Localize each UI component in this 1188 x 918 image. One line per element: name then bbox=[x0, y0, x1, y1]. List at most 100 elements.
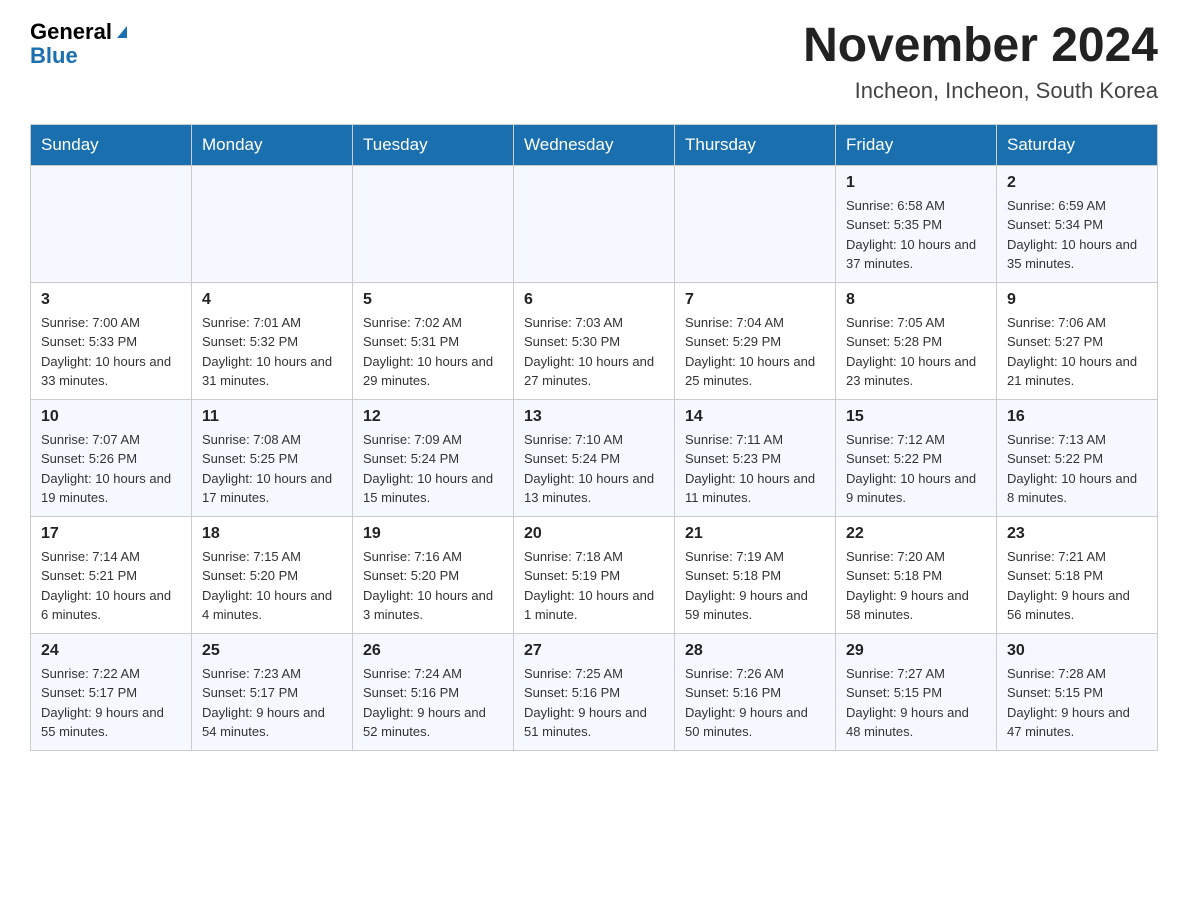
logo-general-text: General bbox=[30, 20, 112, 44]
day-number: 11 bbox=[202, 408, 342, 426]
day-number: 9 bbox=[1007, 291, 1147, 309]
page-subtitle: Incheon, Incheon, South Korea bbox=[803, 78, 1158, 104]
calendar-cell: 19 Sunrise: 7:16 AM Sunset: 5:20 PM Dayli… bbox=[353, 516, 514, 633]
day-info: Sunrise: 6:58 AM Sunset: 5:35 PM Dayligh… bbox=[846, 196, 986, 274]
calendar-cell: 27Sunrise: 7:25 AM Sunset: 5:16 PM Dayli… bbox=[514, 633, 675, 750]
calendar-week-row: 10Sunrise: 7:07 AM Sunset: 5:26 PM Dayli… bbox=[31, 399, 1158, 516]
calendar-cell bbox=[514, 165, 675, 282]
day-of-week-thursday: Thursday bbox=[675, 124, 836, 165]
day-info: Sunrise: 7:00 AM Sunset: 5:33 PM Dayligh… bbox=[41, 313, 181, 391]
day-number: 12 bbox=[363, 408, 503, 426]
day-number: 13 bbox=[524, 408, 664, 426]
day-of-week-tuesday: Tuesday bbox=[353, 124, 514, 165]
calendar-cell bbox=[353, 165, 514, 282]
day-info: Sunrise: 7:02 AM Sunset: 5:31 PM Dayligh… bbox=[363, 313, 503, 391]
calendar-cell: 4Sunrise: 7:01 AM Sunset: 5:32 PM Daylig… bbox=[192, 282, 353, 399]
day-info: Sunrise: 7:10 AM Sunset: 5:24 PM Dayligh… bbox=[524, 430, 664, 508]
day-number: 6 bbox=[524, 291, 664, 309]
day-of-week-sunday: Sunday bbox=[31, 124, 192, 165]
calendar-cell: 2 Sunrise: 6:59 AM Sunset: 5:34 PM Daylig… bbox=[997, 165, 1158, 282]
calendar-cell: 18 Sunrise: 7:15 AM Sunset: 5:20 PM Dayli… bbox=[192, 516, 353, 633]
calendar-cell: 13 Sunrise: 7:10 AM Sunset: 5:24 PM Dayli… bbox=[514, 399, 675, 516]
day-number: 7 bbox=[685, 291, 825, 309]
day-info: Sunrise: 7:11 AM Sunset: 5:23 PM Dayligh… bbox=[685, 430, 825, 508]
day-info: Sunrise: 7:23 AM Sunset: 5:17 PM Dayligh… bbox=[202, 664, 342, 742]
day-of-week-saturday: Saturday bbox=[997, 124, 1158, 165]
calendar-cell: 22 Sunrise: 7:20 AM Sunset: 5:18 PM Dayli… bbox=[836, 516, 997, 633]
day-info: Sunrise: 6:59 AM Sunset: 5:34 PM Dayligh… bbox=[1007, 196, 1147, 274]
calendar-cell: 5 Sunrise: 7:02 AM Sunset: 5:31 PM Daylig… bbox=[353, 282, 514, 399]
day-of-week-friday: Friday bbox=[836, 124, 997, 165]
day-info: Sunrise: 7:03 AM Sunset: 5:30 PM Dayligh… bbox=[524, 313, 664, 391]
day-number: 28 bbox=[685, 642, 825, 660]
calendar-cell: 14 Sunrise: 7:11 AM Sunset: 5:23 PM Dayli… bbox=[675, 399, 836, 516]
calendar-cell: 24 Sunrise: 7:22 AM Sunset: 5:17 PM Dayli… bbox=[31, 633, 192, 750]
day-info: Sunrise: 7:25 AM Sunset: 5:16 PM Dayligh… bbox=[524, 664, 664, 742]
day-number: 19 bbox=[363, 525, 503, 543]
page-header: General Blue November 2024 Incheon, Inch… bbox=[30, 20, 1158, 104]
calendar-cell: 16Sunrise: 7:13 AM Sunset: 5:22 PM Dayli… bbox=[997, 399, 1158, 516]
day-info: Sunrise: 7:15 AM Sunset: 5:20 PM Dayligh… bbox=[202, 547, 342, 625]
day-number: 14 bbox=[685, 408, 825, 426]
day-info: Sunrise: 7:07 AM Sunset: 5:26 PM Dayligh… bbox=[41, 430, 181, 508]
logo-blue-text: Blue bbox=[30, 44, 127, 68]
calendar-week-row: 17 Sunrise: 7:14 AM Sunset: 5:21 PM Dayli… bbox=[31, 516, 1158, 633]
day-info: Sunrise: 7:12 AM Sunset: 5:22 PM Dayligh… bbox=[846, 430, 986, 508]
day-info: Sunrise: 7:27 AM Sunset: 5:15 PM Dayligh… bbox=[846, 664, 986, 742]
day-number: 21 bbox=[685, 525, 825, 543]
calendar-cell: 10Sunrise: 7:07 AM Sunset: 5:26 PM Dayli… bbox=[31, 399, 192, 516]
calendar-week-row: 3Sunrise: 7:00 AM Sunset: 5:33 PM Daylig… bbox=[31, 282, 1158, 399]
calendar-cell: 6 Sunrise: 7:03 AM Sunset: 5:30 PM Daylig… bbox=[514, 282, 675, 399]
calendar-cell: 9 Sunrise: 7:06 AM Sunset: 5:27 PM Daylig… bbox=[997, 282, 1158, 399]
day-number: 17 bbox=[41, 525, 181, 543]
calendar-cell: 11 Sunrise: 7:08 AM Sunset: 5:25 PM Dayli… bbox=[192, 399, 353, 516]
calendar-cell: 17 Sunrise: 7:14 AM Sunset: 5:21 PM Dayli… bbox=[31, 516, 192, 633]
calendar-cell bbox=[675, 165, 836, 282]
calendar-week-row: 24 Sunrise: 7:22 AM Sunset: 5:17 PM Dayli… bbox=[31, 633, 1158, 750]
calendar-cell bbox=[192, 165, 353, 282]
calendar-header-row: SundayMondayTuesdayWednesdayThursdayFrid… bbox=[31, 124, 1158, 165]
day-number: 8 bbox=[846, 291, 986, 309]
calendar-cell: 21 Sunrise: 7:19 AM Sunset: 5:18 PM Dayli… bbox=[675, 516, 836, 633]
day-number: 16 bbox=[1007, 408, 1147, 426]
day-number: 26 bbox=[363, 642, 503, 660]
day-info: Sunrise: 7:06 AM Sunset: 5:27 PM Dayligh… bbox=[1007, 313, 1147, 391]
day-number: 5 bbox=[363, 291, 503, 309]
day-number: 24 bbox=[41, 642, 181, 660]
day-number: 15 bbox=[846, 408, 986, 426]
calendar-cell: 8Sunrise: 7:05 AM Sunset: 5:28 PM Daylig… bbox=[836, 282, 997, 399]
calendar-table: SundayMondayTuesdayWednesdayThursdayFrid… bbox=[30, 124, 1158, 751]
day-number: 1 bbox=[846, 174, 986, 192]
logo: General Blue bbox=[30, 20, 127, 68]
day-info: Sunrise: 7:26 AM Sunset: 5:16 PM Dayligh… bbox=[685, 664, 825, 742]
day-info: Sunrise: 7:21 AM Sunset: 5:18 PM Dayligh… bbox=[1007, 547, 1147, 625]
day-info: Sunrise: 7:09 AM Sunset: 5:24 PM Dayligh… bbox=[363, 430, 503, 508]
day-info: Sunrise: 7:16 AM Sunset: 5:20 PM Dayligh… bbox=[363, 547, 503, 625]
calendar-cell: 29 Sunrise: 7:27 AM Sunset: 5:15 PM Dayli… bbox=[836, 633, 997, 750]
day-info: Sunrise: 7:08 AM Sunset: 5:25 PM Dayligh… bbox=[202, 430, 342, 508]
day-of-week-wednesday: Wednesday bbox=[514, 124, 675, 165]
calendar-cell bbox=[31, 165, 192, 282]
day-info: Sunrise: 7:28 AM Sunset: 5:15 PM Dayligh… bbox=[1007, 664, 1147, 742]
day-number: 29 bbox=[846, 642, 986, 660]
day-number: 2 bbox=[1007, 174, 1147, 192]
day-number: 30 bbox=[1007, 642, 1147, 660]
day-info: Sunrise: 7:19 AM Sunset: 5:18 PM Dayligh… bbox=[685, 547, 825, 625]
day-number: 25 bbox=[202, 642, 342, 660]
day-info: Sunrise: 7:22 AM Sunset: 5:17 PM Dayligh… bbox=[41, 664, 181, 742]
day-number: 18 bbox=[202, 525, 342, 543]
calendar-cell: 26Sunrise: 7:24 AM Sunset: 5:16 PM Dayli… bbox=[353, 633, 514, 750]
calendar-cell: 7 Sunrise: 7:04 AM Sunset: 5:29 PM Daylig… bbox=[675, 282, 836, 399]
calendar-cell: 12 Sunrise: 7:09 AM Sunset: 5:24 PM Dayli… bbox=[353, 399, 514, 516]
logo-triangle-icon bbox=[117, 26, 127, 38]
calendar-cell: 1 Sunrise: 6:58 AM Sunset: 5:35 PM Daylig… bbox=[836, 165, 997, 282]
day-number: 20 bbox=[524, 525, 664, 543]
calendar-cell: 25 Sunrise: 7:23 AM Sunset: 5:17 PM Dayli… bbox=[192, 633, 353, 750]
day-info: Sunrise: 7:14 AM Sunset: 5:21 PM Dayligh… bbox=[41, 547, 181, 625]
calendar-cell: 30 Sunrise: 7:28 AM Sunset: 5:15 PM Dayli… bbox=[997, 633, 1158, 750]
day-info: Sunrise: 7:20 AM Sunset: 5:18 PM Dayligh… bbox=[846, 547, 986, 625]
calendar-week-row: 1 Sunrise: 6:58 AM Sunset: 5:35 PM Daylig… bbox=[31, 165, 1158, 282]
day-info: Sunrise: 7:04 AM Sunset: 5:29 PM Dayligh… bbox=[685, 313, 825, 391]
day-number: 22 bbox=[846, 525, 986, 543]
day-of-week-monday: Monday bbox=[192, 124, 353, 165]
